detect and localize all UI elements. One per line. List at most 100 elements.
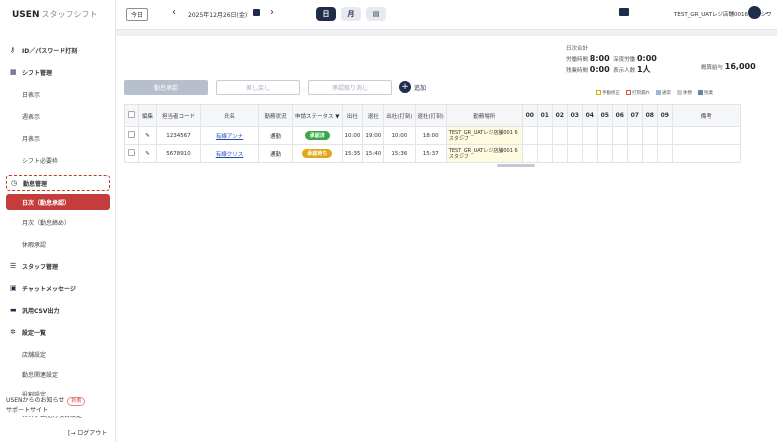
legend-normal: 通常 (656, 90, 671, 96)
remarks-cell[interactable] (671, 126, 741, 145)
news-badge: 新着 (67, 397, 86, 406)
sidebar-item-day-view[interactable]: 日表示 (0, 86, 116, 102)
row-checkbox[interactable] (124, 144, 139, 163)
view-day-button[interactable]: 日 (316, 7, 336, 21)
cancel-approval-button[interactable]: 承認取り消し (308, 80, 392, 95)
gear-icon: ✲ (10, 328, 16, 336)
col-out: 退社 (362, 104, 385, 127)
hour-02: 02 (551, 104, 568, 127)
chevron-left-icon[interactable]: ‹ (172, 7, 176, 18)
today-button[interactable]: 今日 (126, 8, 148, 21)
hour-03: 03 (566, 104, 583, 127)
sidebar-item-attendance-settings[interactable]: 勤怠関連設定 (0, 366, 116, 382)
chevron-down-icon[interactable]: ⌄ (764, 8, 770, 16)
staff-name-link[interactable]: 有線アンナ (200, 126, 259, 145)
avatar[interactable] (748, 6, 761, 19)
hour-00: 00 (521, 104, 538, 127)
col-edit: 編集 (138, 104, 157, 127)
staff-name-link[interactable]: 有線クリス (200, 144, 259, 163)
calendar-icon[interactable] (253, 9, 260, 16)
sidebar-item-settings[interactable]: ✲ 設定一覧 (0, 324, 116, 340)
hour-06: 06 (611, 104, 628, 127)
col-name[interactable]: 氏名 (200, 104, 259, 127)
col-remarks: 備考 (671, 104, 741, 127)
timeline-cell (656, 144, 673, 163)
edit-pencil-icon[interactable]: ✎ (138, 144, 157, 163)
filter-icon[interactable]: ▼ (335, 114, 339, 120)
chat-icon: ▣ (10, 284, 17, 292)
timeline-cell (551, 144, 568, 163)
logout-button[interactable]: [→ ログアウト (68, 428, 107, 437)
chevron-right-icon[interactable]: › (270, 7, 274, 18)
sidebar-item-monthly-close[interactable]: 月次（勤怠締め） (0, 214, 116, 230)
note-icon[interactable]: ▤ (366, 7, 386, 21)
status-badge: 承認済 (304, 131, 330, 140)
col-in-punch: 出社(打刻) (383, 104, 416, 127)
status-badge: 承認待ち (302, 149, 333, 158)
news-link[interactable]: USENからのお知らせ 新着 (6, 396, 110, 406)
work-place: TEST_GR_UATレジ店舗001 6 スタシフ (445, 126, 523, 145)
timeline-cell (611, 144, 628, 163)
approve-button[interactable]: 勤怠承認 (124, 80, 208, 95)
hour-09: 09 (656, 104, 673, 127)
status-cell: 承認済 (292, 126, 343, 145)
row-checkbox[interactable] (124, 126, 139, 145)
sidebar-item-chat[interactable]: ▣ チャットメッセージ (0, 280, 116, 296)
sidebar-item-month-view[interactable]: 月表示 (0, 130, 116, 146)
sidebar-item-shift[interactable]: ▦ シフト管理 (0, 64, 116, 80)
remarks-cell[interactable] (671, 144, 741, 163)
timeline-cell (581, 126, 598, 145)
select-all-checkbox[interactable] (124, 104, 139, 127)
return-button[interactable]: 差し戻し (216, 80, 300, 95)
timeline-cell (596, 126, 613, 145)
hour-04: 04 (581, 104, 598, 127)
header: 今日 ‹ 2025年12月26日(金) › 日 月 ▤ TEST_GR_UATレ… (116, 0, 777, 30)
col-state: 勤務状況 (258, 104, 293, 127)
horizontal-scrollbar[interactable] (497, 164, 535, 167)
daily-summary: 日次合計 労働時間 8:00 深夜労働 0:00 残業時間 0:00 表示人数 … (566, 46, 657, 74)
table-row[interactable]: ✎ 1234567 有線アンナ 通勤 承認済 10:00 19:00 10:00… (124, 126, 741, 145)
legend-overtime: 残業 (698, 90, 713, 96)
timeline-cell (566, 144, 583, 163)
legend: 手動修正 打刻漏れ 通常 休憩 残業 (596, 90, 713, 96)
clock-in: 15:35 (341, 144, 364, 163)
col-code[interactable]: 担当者コード (156, 104, 201, 127)
timeline-cell (641, 126, 658, 145)
support-link[interactable]: サポートサイト (6, 406, 110, 416)
sidebar-item-leave-approval[interactable]: 休暇承認 (0, 236, 116, 252)
table-row[interactable]: ✎ 5678910 有線クリス 通勤 承認待ち 15:35 15:40 15:3… (124, 144, 741, 163)
timeline-cell (596, 144, 613, 163)
sidebar-item-week-view[interactable]: 週表示 (0, 108, 116, 124)
estimated-pay: 概算給与 16,000 (701, 62, 756, 71)
timeline-cell (536, 144, 553, 163)
view-month-button[interactable]: 月 (341, 7, 361, 21)
legend-manual: 手動修正 (596, 90, 620, 96)
timeline-cell (536, 126, 553, 145)
sidebar-item-attendance[interactable]: ◷ 勤怠管理 (6, 175, 110, 191)
col-status[interactable]: 申請ステータス ▼ (292, 104, 343, 127)
col-place: 勤務場所 (445, 104, 523, 127)
message-icon[interactable] (619, 8, 629, 16)
sidebar-item-store-settings[interactable]: 店舗設定 (0, 346, 116, 362)
sidebar-item-staff[interactable]: ☰ スタッフ管理 (0, 258, 116, 274)
hour-07: 07 (626, 104, 643, 127)
clock-out: 15:40 (362, 144, 385, 163)
staff-code: 5678910 (156, 144, 201, 163)
clock-in: 10:00 (341, 126, 364, 145)
clock-out: 19:00 (362, 126, 385, 145)
brand-logo[interactable]: USEN スタッフシフト (12, 9, 97, 20)
sidebar-item-id-password[interactable]: ⚷ ID／パスワード打刻 (0, 42, 116, 58)
sidebar-item-shift-slots[interactable]: シフト必要枠 (0, 152, 116, 168)
clock-out-punch: 15:37 (414, 144, 447, 163)
edit-pencil-icon[interactable]: ✎ (138, 126, 157, 145)
clock-in-punch: 10:00 (383, 126, 416, 145)
hour-08: 08 (641, 104, 658, 127)
clock-out-punch: 18:00 (414, 126, 447, 145)
timeline-cell (581, 144, 598, 163)
csv-icon: ▬ (10, 306, 17, 314)
staff-code: 1234567 (156, 126, 201, 145)
add-button[interactable]: + 追加 (399, 81, 426, 93)
sidebar-footer: USENからのお知らせ 新着 サポートサイト (6, 396, 110, 416)
sidebar-item-daily-approval[interactable]: 日次（勤怠承認） (6, 194, 110, 210)
sidebar-item-csv[interactable]: ▬ 汎用CSV出力 (0, 302, 116, 318)
